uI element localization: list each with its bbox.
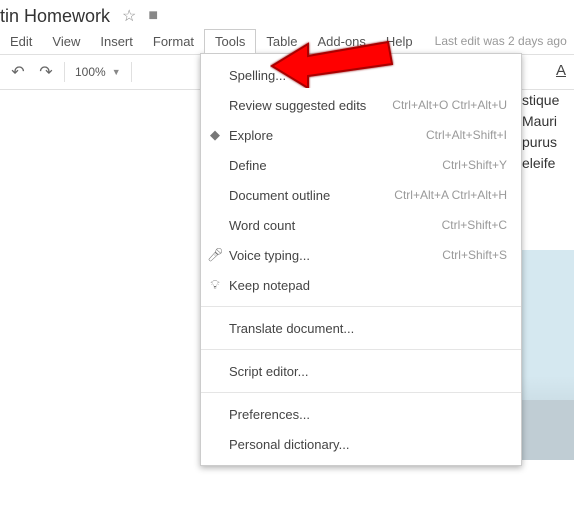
star-icon[interactable]: ☆ bbox=[116, 6, 142, 26]
menu-edit[interactable]: Edit bbox=[0, 30, 42, 53]
zoom-value: 100% bbox=[75, 65, 106, 79]
menu-script-editor[interactable]: Script editor... bbox=[201, 356, 521, 386]
document-title[interactable]: tin Homework bbox=[0, 6, 116, 27]
doc-line: eleife bbox=[522, 153, 574, 174]
microphone-icon: 🎤︎ bbox=[207, 247, 223, 263]
chevron-down-icon: ▼ bbox=[112, 67, 121, 77]
redo-icon[interactable]: ↷ bbox=[32, 58, 60, 86]
shortcut: Ctrl+Shift+C bbox=[442, 218, 507, 232]
menu-format[interactable]: Format bbox=[143, 30, 204, 53]
folder-icon[interactable]: ■ bbox=[142, 7, 164, 25]
explore-icon: ◆ bbox=[207, 127, 223, 143]
lightbulb-icon: 💡︎ bbox=[207, 277, 223, 293]
last-edit-text[interactable]: Last edit was 2 days ago bbox=[423, 34, 567, 48]
menu-insert[interactable]: Insert bbox=[90, 30, 143, 53]
shortcut: Ctrl+Alt+O Ctrl+Alt+U bbox=[392, 98, 507, 112]
doc-line: Mauri bbox=[522, 111, 574, 132]
menu-help[interactable]: Help bbox=[376, 30, 423, 53]
shortcut: Ctrl+Shift+S bbox=[442, 248, 507, 262]
zoom-select[interactable]: 100% ▼ bbox=[69, 65, 127, 79]
shortcut: Ctrl+Shift+Y bbox=[442, 158, 507, 172]
menu-define[interactable]: Define Ctrl+Shift+Y bbox=[201, 150, 521, 180]
menu-addons[interactable]: Add-ons bbox=[307, 30, 375, 53]
shortcut: Ctrl+Alt+Shift+I bbox=[426, 128, 507, 142]
menu-explore[interactable]: ◆ Explore Ctrl+Alt+Shift+I bbox=[201, 120, 521, 150]
menu-outline[interactable]: Document outline Ctrl+Alt+A Ctrl+Alt+H bbox=[201, 180, 521, 210]
tools-dropdown: Spelling... Review suggested edits Ctrl+… bbox=[200, 53, 522, 466]
menu-preferences[interactable]: Preferences... bbox=[201, 399, 521, 429]
doc-line: stique bbox=[522, 90, 574, 111]
menu-review-edits[interactable]: Review suggested edits Ctrl+Alt+O Ctrl+A… bbox=[201, 90, 521, 120]
text-color-button[interactable]: A bbox=[556, 62, 566, 79]
separator bbox=[131, 62, 132, 82]
document-body[interactable]: stique Mauri purus eleife bbox=[522, 90, 574, 174]
doc-line: purus bbox=[522, 132, 574, 153]
title-bar: tin Homework ☆ ■ bbox=[0, 0, 574, 28]
menu-tools[interactable]: Tools bbox=[204, 29, 256, 53]
separator bbox=[64, 62, 65, 82]
menu-separator bbox=[201, 349, 521, 350]
shortcut: Ctrl+Alt+A Ctrl+Alt+H bbox=[394, 188, 507, 202]
menu-table[interactable]: Table bbox=[256, 30, 307, 53]
menu-bar: Edit View Insert Format Tools Table Add-… bbox=[0, 28, 574, 54]
menu-separator bbox=[201, 306, 521, 307]
menu-spelling[interactable]: Spelling... bbox=[201, 60, 521, 90]
menu-view[interactable]: View bbox=[42, 30, 90, 53]
menu-keep-notepad[interactable]: 💡︎ Keep notepad bbox=[201, 270, 521, 300]
menu-voice-typing[interactable]: 🎤︎ Voice typing... Ctrl+Shift+S bbox=[201, 240, 521, 270]
menu-translate[interactable]: Translate document... bbox=[201, 313, 521, 343]
menu-word-count[interactable]: Word count Ctrl+Shift+C bbox=[201, 210, 521, 240]
menu-separator bbox=[201, 392, 521, 393]
undo-icon[interactable]: ↶ bbox=[4, 58, 32, 86]
menu-personal-dictionary[interactable]: Personal dictionary... bbox=[201, 429, 521, 459]
